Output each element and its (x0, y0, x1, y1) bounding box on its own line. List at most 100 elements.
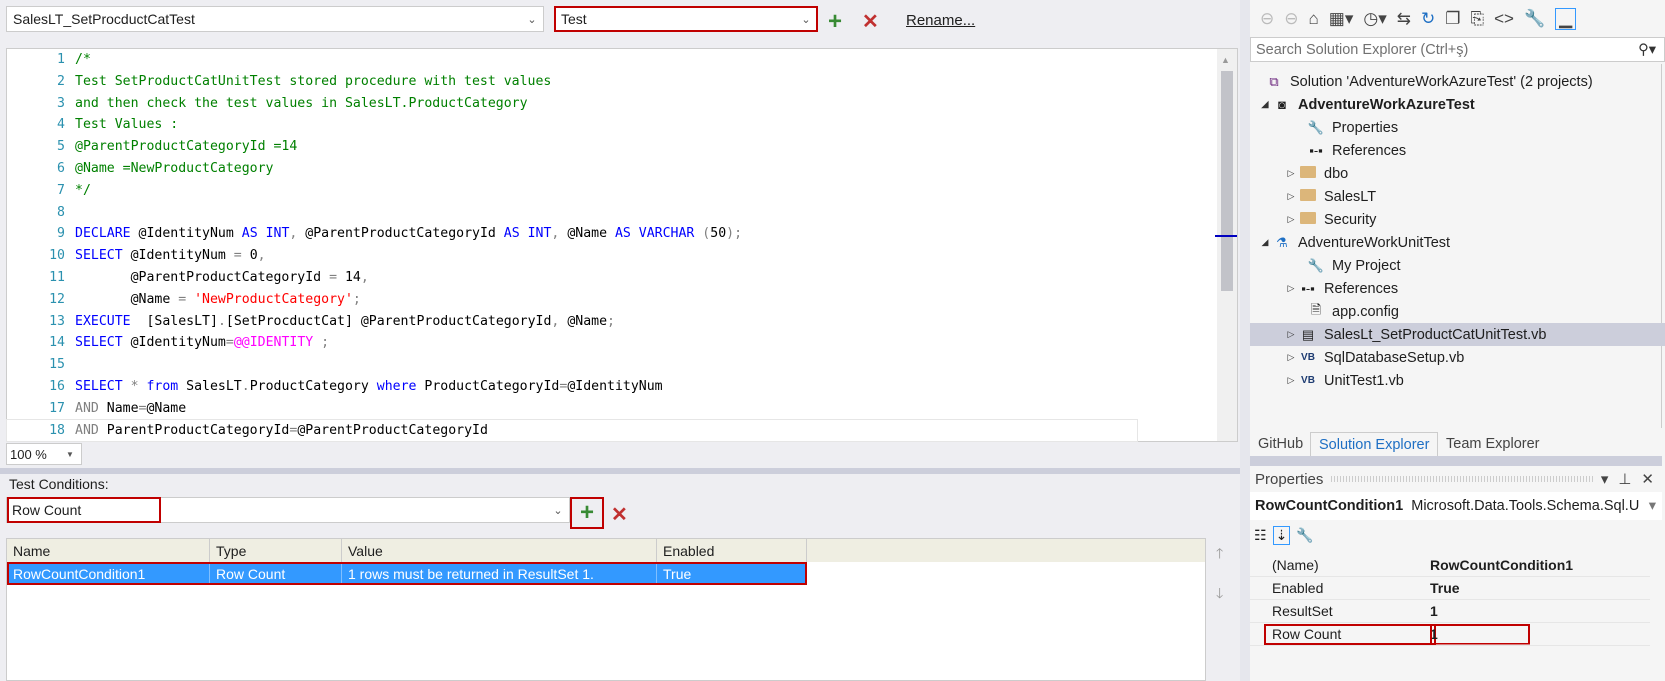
tree-item[interactable]: 🔧 My Project (1250, 254, 1665, 277)
code-line[interactable]: 4 Test Values : (7, 114, 1237, 136)
code-line[interactable]: 12 @Name = 'NewProductCategory'; (7, 289, 1237, 311)
code-line[interactable]: 18 AND ParentProductCategoryId = @ParentPro… (6, 418, 1138, 443)
code-line[interactable]: 6 @Name =NewProductCategory (7, 158, 1237, 180)
splitter[interactable] (1250, 456, 1662, 466)
line-number: 8 (57, 204, 65, 220)
col-type[interactable]: Type (210, 539, 342, 562)
col-value[interactable]: Value (342, 539, 657, 562)
categorized-icon[interactable]: ☷ (1254, 527, 1267, 544)
code-line[interactable]: 10 SELECT @IdentityNum = 0, (7, 245, 1237, 267)
code-token: = (289, 422, 298, 438)
collapsed-icon[interactable]: ▷ (1284, 283, 1298, 294)
solution-search-input[interactable]: Search Solution Explorer (Ctrl+ş) ⚲▾ (1250, 37, 1665, 62)
code-line[interactable]: 3 and then check the test values in Sales… (7, 93, 1237, 115)
solution-explorer-pane: ⊖ ⊖ ⌂ ▦▾ ◷▾ ⇆ ↻ ❐ ⎘ <> 🔧 ▁ Search Soluti… (1250, 0, 1665, 681)
property-row-row-count[interactable]: Row Count 1 (1250, 623, 1650, 646)
tree-project-azure[interactable]: ◢ ◙ AdventureWorkAzureTest (1250, 93, 1665, 116)
property-row[interactable]: (Name) RowCountCondition1 (1250, 554, 1650, 577)
code-line[interactable]: 11 @ParentProductCategoryId = 14, (7, 267, 1237, 289)
delete-icon[interactable]: ✕ (862, 9, 879, 34)
code-line[interactable]: 2 Test SetProductCatUnitTest stored proce… (7, 71, 1237, 93)
forward-icon[interactable]: ⊖ (1284, 9, 1298, 29)
back-icon[interactable]: ⊖ (1260, 9, 1274, 29)
preview-icon[interactable]: ▁ (1555, 8, 1577, 30)
property-pages-icon[interactable]: 🔧 (1296, 527, 1313, 544)
tree-item[interactable]: ▷ SalesLT (1250, 185, 1665, 208)
collapsed-icon[interactable]: ▷ (1284, 168, 1298, 179)
dropdown-icon[interactable]: ▾ (1601, 470, 1609, 488)
tab-github[interactable]: GitHub (1250, 432, 1311, 456)
collapsed-icon[interactable]: ▷ (1284, 329, 1298, 340)
type-combo[interactable]: Test ⌄ (554, 6, 818, 32)
tree-item[interactable]: ▪-▪ References (1250, 139, 1665, 162)
sync-icon[interactable]: ⇆ (1397, 9, 1411, 29)
collapsed-icon[interactable]: ▷ (1284, 375, 1298, 386)
splitter[interactable] (0, 468, 1240, 474)
col-name[interactable]: Name (7, 539, 210, 562)
switch-views-icon[interactable]: ▦▾ (1329, 9, 1354, 29)
rename-button[interactable]: Rename... (906, 12, 975, 29)
tree-solution[interactable]: ⧉ Solution 'AdventureWorkAzureTest' (2 pr… (1250, 70, 1665, 93)
object-combo[interactable]: SalesLT_SetProcductCatTest ⌄ (6, 6, 544, 32)
tab-solution-explorer[interactable]: Solution Explorer (1310, 432, 1439, 456)
move-down-icon[interactable]: 🡓 (1216, 583, 1223, 607)
zoom-combo[interactable]: 100 % ▼ (6, 443, 82, 465)
code-token: = (329, 269, 345, 285)
move-up-icon[interactable]: 🡑 (1216, 543, 1223, 567)
add-icon[interactable]: + (828, 10, 842, 34)
tree-item[interactable]: ▷ ▪-▪ References (1250, 277, 1665, 300)
tree-item[interactable]: ▷ Security (1250, 208, 1665, 231)
collapsed-icon[interactable]: ▷ (1284, 352, 1298, 363)
code-token: EXECUTE (75, 313, 147, 329)
tree-item[interactable]: ▷ VB UnitTest1.vb (1250, 369, 1665, 392)
pane-splitter[interactable] (1240, 0, 1250, 681)
line-number: 3 (57, 95, 65, 111)
sql-editor[interactable]: 1 /* 2 Test SetProductCatUnitTest stored pr… (6, 48, 1238, 443)
tree-item-selected[interactable]: ▷ ▤ SalesLt_SetProductCatUnitTest.vb (1250, 323, 1665, 346)
tab-team-explorer[interactable]: Team Explorer (1438, 432, 1547, 456)
code-token: */ (75, 182, 91, 198)
show-all-files-icon[interactable]: ⎘ (1471, 9, 1485, 29)
close-icon[interactable]: ✕ (1641, 470, 1654, 488)
code-line[interactable]: 14 SELECT @IdentityNum = @@IDENTITY ; (7, 332, 1237, 354)
collapsed-icon[interactable]: ▷ (1284, 214, 1298, 225)
tree-item[interactable]: 🗎 app.config (1250, 300, 1665, 323)
table-row[interactable]: RowCountCondition1 Row Count 1 rows must… (7, 562, 807, 585)
tree-label: Solution 'AdventureWorkAzureTest' (2 pro… (1290, 73, 1593, 90)
col-enabled[interactable]: Enabled (657, 539, 807, 562)
condition-type-combo[interactable]: Row Count ⌄ (6, 497, 570, 523)
delete-condition-icon[interactable]: ✕ (611, 502, 628, 527)
tree-project-unittest[interactable]: ◢ ⚗ AdventureWorkUnitTest (1250, 231, 1665, 254)
collapse-all-icon[interactable]: ❐ (1445, 9, 1460, 29)
home-icon[interactable]: ⌂ (1309, 9, 1319, 29)
pin-icon[interactable]: ⊥ (1618, 470, 1631, 488)
tree-item[interactable]: ▷ VB SqlDatabaseSetup.vb (1250, 346, 1665, 369)
code-token: ; (607, 313, 615, 329)
code-line[interactable]: 15 (7, 354, 1237, 376)
editor-scrollbar[interactable]: ▲ (1217, 49, 1237, 441)
properties-wrench-icon[interactable]: 🔧 (1524, 9, 1545, 29)
expanded-icon[interactable]: ◢ (1258, 99, 1272, 110)
collapsed-icon[interactable]: ▷ (1284, 191, 1298, 202)
view-code-icon[interactable]: <> (1494, 9, 1514, 29)
object-selector[interactable]: RowCountCondition1 Microsoft.Data.Tools.… (1250, 492, 1662, 520)
code-line[interactable]: 16 SELECT * from SalesLT. ProductCategory … (7, 376, 1237, 398)
tree-item[interactable]: 🔧 Properties (1250, 116, 1665, 139)
add-condition-button[interactable]: + (570, 497, 604, 529)
property-row[interactable]: ResultSet 1 (1250, 600, 1650, 623)
code-token: Name (106, 400, 139, 416)
code-token: = (233, 248, 250, 264)
code-line[interactable]: 13 EXECUTE [SalesLT]. [SetProcductCat] @Pa… (7, 311, 1237, 333)
refresh-icon[interactable]: ↻ (1421, 9, 1435, 29)
code-line[interactable]: 9 DECLARE @IdentityNum AS INT, @ParentPro… (7, 223, 1237, 245)
pending-changes-icon[interactable]: ◷▾ (1363, 9, 1386, 29)
code-line[interactable]: 5 @ParentProductCategoryId =14 (7, 136, 1237, 158)
alphabetical-icon[interactable]: ⇣ (1272, 525, 1291, 545)
property-row[interactable]: Enabled True (1250, 577, 1650, 600)
code-line[interactable]: 7 */ (7, 180, 1237, 202)
expanded-icon[interactable]: ◢ (1258, 237, 1272, 248)
tree-item[interactable]: ▷ dbo (1250, 162, 1665, 185)
code-line[interactable]: 1 /* (7, 49, 1237, 71)
code-line[interactable]: 17 AND Name = @Name (7, 398, 1237, 420)
code-line[interactable]: 8 (7, 202, 1237, 224)
